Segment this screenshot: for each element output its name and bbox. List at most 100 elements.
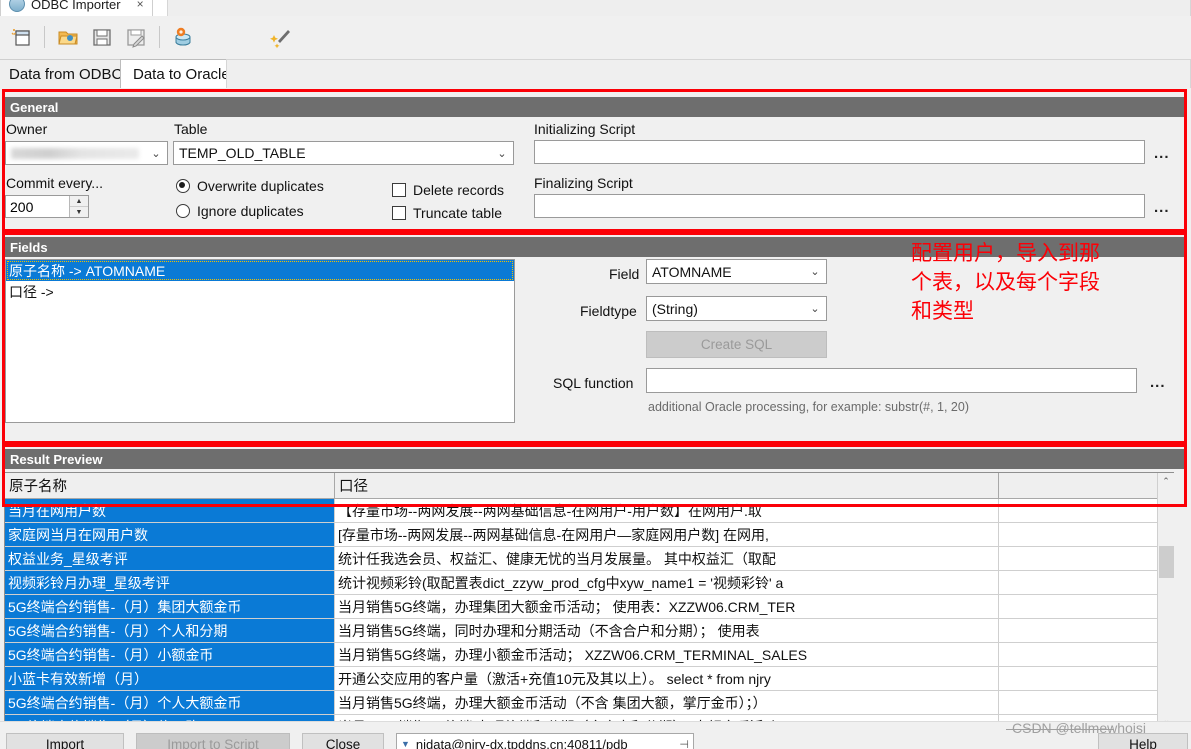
column-header-caliber[interactable]: 口径 xyxy=(335,473,999,499)
cell-atomname[interactable]: 家庭网当月在网用户数 xyxy=(5,523,335,547)
owner-label: Owner xyxy=(6,121,48,137)
connection-combobox[interactable]: ▼ njdata@njry-dx.tpddns.cn:40811/pdb ⊣ xyxy=(396,733,694,749)
sql-function-browse-button[interactable]: ... xyxy=(1150,374,1166,391)
radio-indicator xyxy=(176,204,190,218)
chevron-down-icon: ▼ xyxy=(401,739,410,749)
column-header-atomname[interactable]: 原子名称 xyxy=(5,473,335,499)
cell-blank[interactable] xyxy=(999,691,1173,715)
stepper-buttons[interactable]: ▲ ▼ xyxy=(69,196,88,217)
sql-function-label: SQL function xyxy=(553,375,634,391)
initializing-script-input[interactable] xyxy=(534,140,1145,164)
sql-function-input[interactable] xyxy=(646,368,1137,393)
tab-data-from-odbc[interactable]: Data from ODBC xyxy=(0,59,136,88)
grid-header-row: 原子名称 口径 xyxy=(5,473,1173,499)
truncate-table-checkbox[interactable]: Truncate table xyxy=(392,205,502,221)
cell-blank[interactable] xyxy=(999,547,1173,571)
overwrite-duplicates-radio[interactable]: Overwrite duplicates xyxy=(176,178,324,194)
owner-combobox[interactable]: ⌄ xyxy=(5,141,168,165)
create-sql-button[interactable]: Create SQL xyxy=(646,331,827,358)
table-row[interactable]: 权益业务_星级考评 统计任我选会员、权益汇、健康无忧的当月发展量。 其中权益汇（取… xyxy=(5,547,1173,571)
initializing-script-label: Initializing Script xyxy=(534,121,636,137)
cell-caliber[interactable]: 统计视频彩铃(取配置表dict_zzyw_prod_cfg中xyw_name1 … xyxy=(335,571,999,595)
cell-blank[interactable] xyxy=(999,523,1173,547)
cell-blank[interactable] xyxy=(999,619,1173,643)
cell-blank[interactable] xyxy=(999,595,1173,619)
table-row[interactable]: 5G终端合约销售-（月）小额金币 当月销售5G终端，办理小额金币活动； XZZW0… xyxy=(5,643,1173,667)
finalizing-script-browse-button[interactable]: ... xyxy=(1154,199,1170,216)
cell-caliber[interactable]: 当月销售5G终端，办理大额金币活动（不含 集团大额，掌厅金币）；） xyxy=(335,691,999,715)
cell-caliber[interactable]: 统计任我选会员、权益汇、健康无忧的当月发展量。 其中权益汇（取配 xyxy=(335,547,999,571)
table-row[interactable]: 小蓝卡有效新增（月） 开通公交应用的客户量（激活+充值10元及其以上）。 sele… xyxy=(5,667,1173,691)
odbc-importer-window: ODBC Importer × Data from ODBC Data to O… xyxy=(0,0,1191,749)
delete-records-checkbox[interactable]: Delete records xyxy=(392,182,504,198)
cell-atomname[interactable]: 5G终端合约销售-（月）小额金币 xyxy=(5,643,335,667)
close-button[interactable]: Close xyxy=(302,733,384,749)
cell-caliber[interactable]: 当月销售5G终端，办理集团大额金币活动； 使用表：XZZW06.CRM_TER xyxy=(335,595,999,619)
fields-listbox[interactable]: 原子名称 -> ATOMNAME 口径 -> xyxy=(5,259,515,423)
cell-caliber[interactable]: 当月销售5G终端，同时办理和分期活动（不含合户和分期）； 使用表 xyxy=(335,619,999,643)
fieldtype-combobox[interactable]: (String) ⌄ xyxy=(646,296,827,321)
new-icon[interactable] xyxy=(4,20,38,54)
import-to-script-button[interactable]: Import to Script xyxy=(136,733,290,749)
app-logo-icon xyxy=(9,0,25,12)
delete-records-label: Delete records xyxy=(413,182,505,198)
table-row[interactable]: 5G终端合约销售-（月）个人和分期 当月销售5G终端，同时办理和分期活动（不含合户… xyxy=(5,619,1173,643)
cell-caliber[interactable]: 【存量市场--两网发展--两网基础信息-在网用户-用户数】在网用户.取 xyxy=(335,499,999,523)
scrollbar-thumb[interactable] xyxy=(1159,546,1174,578)
field-combobox[interactable]: ATOMNAME ⌄ xyxy=(646,259,827,284)
window-tab[interactable]: ODBC Importer × xyxy=(0,0,153,16)
title-bar: ODBC Importer × xyxy=(0,0,1191,16)
table-row[interactable]: 5G终端合约销售-（月）集团大额金币 当月销售5G终端，办理集团大额金币活动； 使… xyxy=(5,595,1173,619)
table-row[interactable]: 视频彩铃月办理_星级考评 统计视频彩铃(取配置表dict_zzyw_prod_cf… xyxy=(5,571,1173,595)
scroll-up-arrow-icon[interactable]: ⌃ xyxy=(1158,473,1174,490)
save-as-icon[interactable] xyxy=(119,20,153,54)
cell-blank[interactable] xyxy=(999,643,1173,667)
help-button[interactable]: Help xyxy=(1098,733,1188,749)
cell-caliber[interactable]: 当月销售5G终端，办理小额金币活动； XZZW06.CRM_TERMINAL_S… xyxy=(335,643,999,667)
table-value: TEMP_OLD_TABLE xyxy=(179,145,306,161)
cell-blank[interactable] xyxy=(999,499,1173,523)
result-preview-vertical-scrollbar[interactable]: ⌃ ⌄ xyxy=(1157,473,1174,729)
result-preview-grid[interactable]: 原子名称 口径 当月在网用户数 【存量市场--两网发展--两网基础信息-在网用户-… xyxy=(4,472,1174,730)
cell-atomname[interactable]: 5G终端合约销售-（月）集团大额金币 xyxy=(5,595,335,619)
finalizing-script-input[interactable] xyxy=(534,194,1145,218)
commit-every-stepper[interactable]: 200 ▲ ▼ xyxy=(5,195,89,218)
commit-every-value: 200 xyxy=(10,198,34,215)
database-settings-icon[interactable] xyxy=(166,20,200,54)
wizard-wand-icon[interactable] xyxy=(264,20,298,54)
cell-caliber[interactable]: [存量市场--两网发展--两网基础信息-在网用户—家庭网用户数] 在网用, xyxy=(335,523,999,547)
save-icon[interactable] xyxy=(85,20,119,54)
result-preview-group-header: Result Preview xyxy=(4,449,1187,469)
stepper-up-icon[interactable]: ▲ xyxy=(70,196,88,207)
radio-indicator xyxy=(176,179,190,193)
list-item[interactable]: 原子名称 -> ATOMNAME xyxy=(6,260,514,281)
close-icon[interactable]: × xyxy=(137,0,144,11)
cell-blank[interactable] xyxy=(999,571,1173,595)
open-folder-icon[interactable] xyxy=(51,20,85,54)
cell-atomname[interactable]: 5G终端合约销售-（月）个人大额金币 xyxy=(5,691,335,715)
cell-atomname[interactable]: 视频彩铃月办理_星级考评 xyxy=(5,571,335,595)
pin-icon[interactable]: ⊣ xyxy=(679,738,689,749)
tab-data-to-oracle[interactable]: Data to Oracle xyxy=(120,59,243,88)
table-row[interactable]: 当月在网用户数 【存量市场--两网发展--两网基础信息-在网用户-用户数】在网用户… xyxy=(5,499,1173,523)
toolbar-separator-2 xyxy=(159,25,160,48)
chevron-down-icon: ⌄ xyxy=(810,266,820,278)
fields-group-header: Fields xyxy=(4,237,1187,257)
import-button[interactable]: Import xyxy=(6,733,124,749)
table-combobox[interactable]: TEMP_OLD_TABLE ⌄ xyxy=(173,141,514,165)
list-item[interactable]: 口径 -> xyxy=(6,281,514,302)
cell-blank[interactable] xyxy=(999,667,1173,691)
cell-atomname[interactable]: 5G终端合约销售-（月）个人和分期 xyxy=(5,619,335,643)
initializing-script-browse-button[interactable]: ... xyxy=(1154,145,1170,162)
ignore-duplicates-radio[interactable]: Ignore duplicates xyxy=(176,203,304,219)
commit-every-label: Commit every... xyxy=(6,175,103,191)
table-row[interactable]: 家庭网当月在网用户数 [存量市场--两网发展--两网基础信息-在网用户—家庭网用户… xyxy=(5,523,1173,547)
table-row[interactable]: 5G终端合约销售-（月）个人大额金币 当月销售5G终端，办理大额金币活动（不含 集… xyxy=(5,691,1173,715)
chevron-down-icon: ⌄ xyxy=(810,303,820,315)
stepper-down-icon[interactable]: ▼ xyxy=(70,207,88,217)
cell-caliber[interactable]: 开通公交应用的客户量（激活+充值10元及其以上）。 select * from … xyxy=(335,667,999,691)
cell-atomname[interactable]: 当月在网用户数 xyxy=(5,499,335,523)
cell-atomname[interactable]: 权益业务_星级考评 xyxy=(5,547,335,571)
column-header-blank[interactable] xyxy=(999,473,1173,499)
cell-atomname[interactable]: 小蓝卡有效新增（月） xyxy=(5,667,335,691)
